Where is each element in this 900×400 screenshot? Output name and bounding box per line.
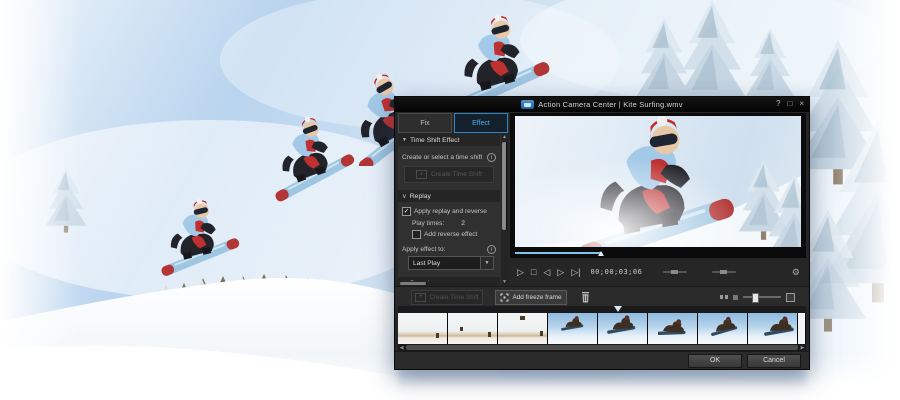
timeline-ruler[interactable] — [398, 306, 806, 313]
scroll-up-icon[interactable]: ▲ — [501, 134, 508, 141]
chevron-down-icon: ∨ — [402, 192, 407, 200]
plus-icon: + — [416, 170, 427, 179]
apply-effect-row: Apply effect to: i — [398, 245, 500, 254]
scroll-left-icon[interactable]: ◀ — [398, 345, 405, 351]
scrollbar-thumb[interactable] — [406, 345, 798, 350]
trash-icon — [581, 292, 590, 303]
title-bar[interactable]: Action Camera Center | Kite Surfing.wmv … — [395, 97, 809, 112]
tab-fix[interactable]: Fix — [398, 113, 452, 133]
film-frame[interactable] — [498, 313, 548, 344]
film-frame[interactable] — [448, 313, 498, 344]
timecode-display: 00;00;03;06 — [590, 268, 642, 276]
zoom-slider-handle[interactable] — [752, 293, 759, 303]
create-time-shift-button-panel[interactable]: + Create Time Shift — [404, 166, 494, 183]
seek-handle[interactable] — [598, 251, 604, 256]
background-snowboarder-1 — [148, 196, 258, 286]
video-preview-area — [510, 113, 806, 258]
scrollbar-thumb[interactable] — [502, 142, 507, 230]
add-reverse-row: Add reverse effect — [398, 230, 500, 239]
quality-slider[interactable] — [712, 271, 736, 273]
add-reverse-checkbox[interactable] — [412, 230, 421, 239]
film-frame[interactable] — [748, 313, 798, 344]
create-time-shift-button[interactable]: + Create Time Shift — [411, 290, 483, 305]
timeline-zoom-controls — [720, 293, 796, 302]
dialog-footer: OK Cancel — [395, 351, 809, 369]
panel-vertical-scrollbar[interactable]: ▲ ▼ — [501, 134, 508, 286]
step-forward-button[interactable]: ▷ — [557, 267, 564, 277]
panel-tabs: Fix Effect — [398, 113, 508, 133]
seek-fill — [515, 252, 601, 254]
window-title: Action Camera Center | Kite Surfing.wmv — [538, 100, 682, 109]
zoom-in-icon[interactable] — [786, 293, 795, 302]
jump-next-button[interactable]: ▷| — [571, 267, 580, 277]
app-logo-icon — [521, 100, 534, 109]
screenshot-stage: Action Camera Center | Kite Surfing.wmv … — [0, 0, 900, 400]
play-times-value[interactable]: 2 — [461, 220, 465, 227]
film-frame[interactable] — [548, 313, 598, 344]
film-frame[interactable] — [398, 313, 448, 344]
tab-effect[interactable]: Effect — [454, 113, 508, 133]
scrollbar-thumb[interactable] — [400, 282, 427, 285]
info-icon[interactable]: i — [487, 153, 496, 162]
playhead-marker[interactable] — [614, 306, 622, 312]
volume-slider[interactable] — [663, 271, 687, 273]
ok-button[interactable]: OK — [688, 354, 742, 368]
step-back-button[interactable]: ◁ — [543, 267, 550, 277]
cancel-button[interactable]: Cancel — [747, 354, 801, 368]
apply-effect-dropdown[interactable]: Last Play ▼ — [408, 256, 494, 270]
window-reflection — [398, 369, 806, 389]
close-button[interactable]: × — [799, 99, 804, 109]
playback-controls: ▷ □ ◁ ▷ ▷| 00;00;03;06 ⚙ — [510, 259, 806, 285]
timeline-filmstrip[interactable] — [398, 313, 806, 344]
apply-replay-row: Apply replay and reverse — [398, 207, 500, 216]
help-button[interactable]: ? — [776, 99, 780, 109]
create-hint-row: Create or select a time shift i — [398, 153, 500, 162]
film-frame[interactable] — [698, 313, 748, 344]
scroll-down-icon[interactable]: ▼ — [501, 279, 508, 286]
collapse-triangle-icon: ▼ — [402, 137, 407, 143]
zoom-out-icon[interactable] — [733, 295, 738, 300]
plus-icon: + — [415, 293, 426, 302]
film-frame[interactable] — [648, 313, 698, 344]
apply-replay-checkbox[interactable] — [402, 207, 411, 216]
play-button[interactable]: ▷ — [517, 267, 524, 277]
scroll-right-icon[interactable]: ▶ — [799, 345, 806, 351]
seek-bar[interactable] — [515, 250, 801, 256]
stop-button[interactable]: □ — [531, 267, 536, 277]
delete-button[interactable] — [581, 292, 590, 303]
film-frame[interactable] — [598, 313, 648, 344]
maximize-button[interactable]: □ — [787, 99, 792, 109]
freeze-frame-icon — [500, 293, 509, 302]
film-frame-empty[interactable] — [798, 313, 806, 344]
section-time-shift-effect[interactable]: ▼ Time Shift Effect — [398, 134, 500, 146]
settings-gear-icon[interactable]: ⚙ — [792, 267, 800, 278]
effect-settings-panel: ▼ Time Shift Effect Create or select a t… — [398, 134, 508, 286]
app-window: Action Camera Center | Kite Surfing.wmv … — [394, 96, 810, 370]
timeline-horizontal-scrollbar[interactable]: ◀ ▶ — [398, 344, 806, 351]
timeline-toolbar: + Create Time Shift Add freeze frame — [395, 286, 809, 307]
video-preview[interactable] — [515, 116, 801, 247]
info-icon[interactable]: i — [487, 245, 496, 254]
fit-timeline-icon[interactable] — [720, 295, 729, 299]
zoom-slider[interactable] — [743, 296, 781, 298]
section-replay[interactable]: ∨ Replay — [398, 190, 500, 202]
add-freeze-frame-button[interactable]: Add freeze frame — [495, 290, 567, 305]
dropdown-arrow-icon: ▼ — [480, 257, 493, 269]
play-times-row: Play times: 2 — [398, 220, 500, 227]
